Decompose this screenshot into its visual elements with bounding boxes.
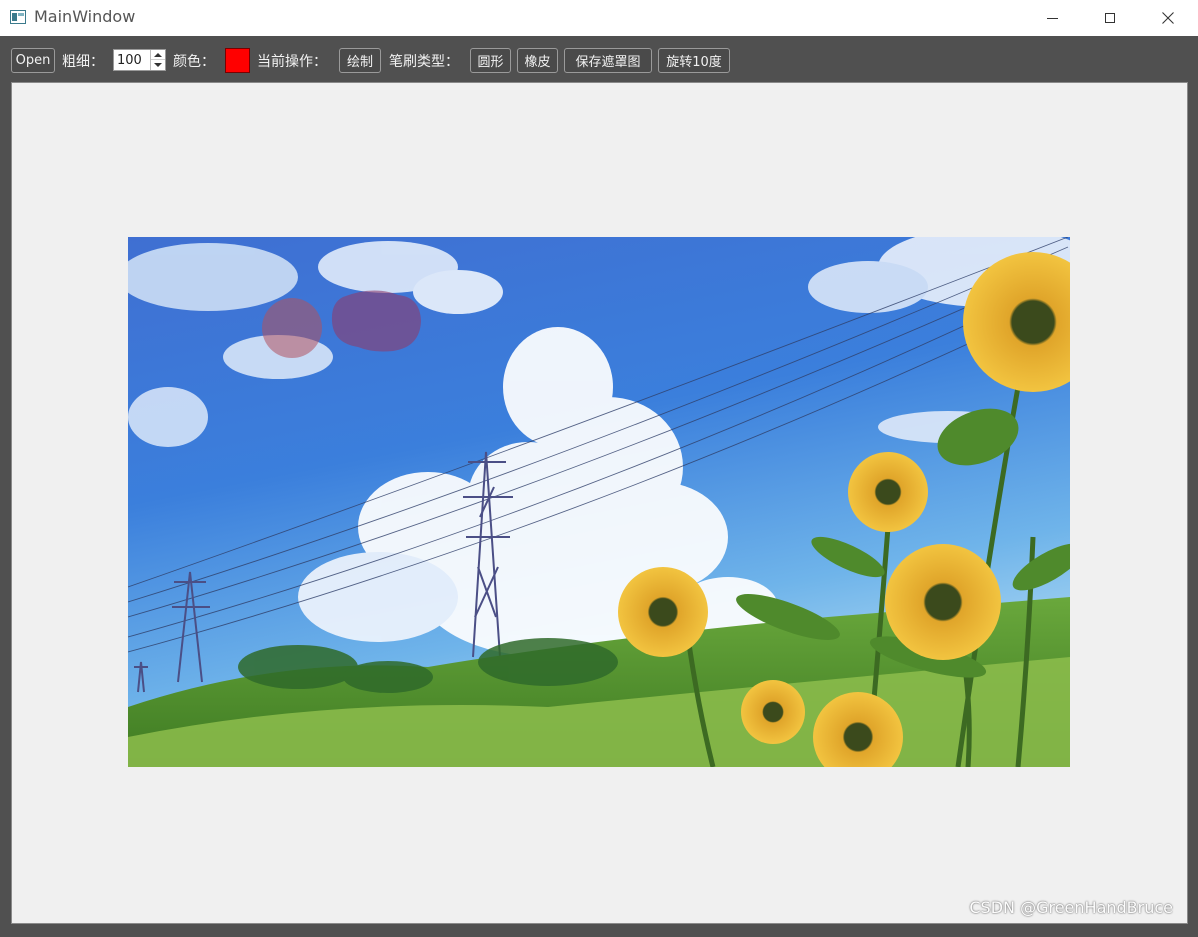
bottom-strip (0, 924, 1198, 937)
color-swatch-button[interactable] (225, 48, 250, 73)
maximize-button[interactable] (1081, 0, 1139, 36)
title-bar: MainWindow (0, 0, 1198, 36)
canvas-area[interactable]: CSDN @GreenHandBruce (11, 82, 1188, 924)
arrow-down-icon (154, 63, 162, 67)
window-title: MainWindow (34, 7, 136, 26)
maximize-icon (1105, 13, 1115, 23)
brush-circle-button[interactable]: 圆形 (470, 48, 511, 73)
open-button[interactable]: Open (11, 48, 55, 73)
close-button[interactable] (1139, 0, 1197, 36)
brush-eraser-button[interactable]: 橡皮 (517, 48, 558, 73)
watermark: CSDN @GreenHandBruce (969, 898, 1173, 917)
thickness-label: 粗细： (62, 54, 104, 70)
minimize-button[interactable] (1023, 0, 1081, 36)
thickness-input[interactable] (114, 50, 150, 70)
close-icon (1162, 12, 1174, 24)
arrow-up-icon (154, 52, 162, 57)
save-mask-button[interactable]: 保存遮罩图 (564, 48, 652, 73)
minimize-icon (1046, 17, 1058, 19)
thickness-spinbox (113, 49, 166, 71)
app-icon (10, 10, 26, 24)
current-op-button[interactable]: 绘制 (339, 48, 381, 73)
spin-down-button[interactable] (151, 60, 165, 70)
spin-up-button[interactable] (151, 50, 165, 60)
rotate-button[interactable]: 旋转10度 (658, 48, 730, 73)
brush-type-label: 笔刷类型： (389, 54, 459, 70)
color-label: 颜色： (173, 54, 215, 70)
loaded-image[interactable] (128, 237, 1070, 767)
spin-arrows (150, 50, 165, 70)
toolbar: Open 粗细： 颜色： 当前操作： 绘制 笔刷类型： 圆形 橡皮 保存遮罩图 … (0, 36, 1198, 82)
current-op-label: 当前操作： (257, 54, 327, 70)
